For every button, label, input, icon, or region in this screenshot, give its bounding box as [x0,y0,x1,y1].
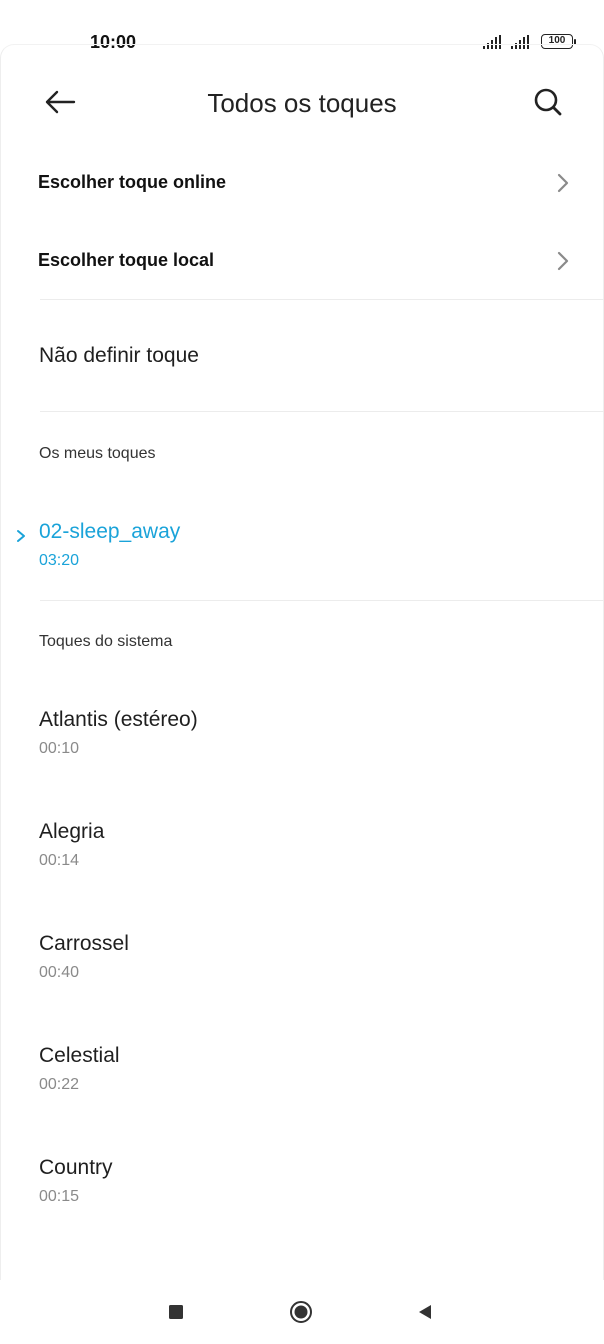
chevron-right-icon [557,251,569,271]
search-button[interactable] [528,84,568,120]
status-bar: 10:00 100 [0,0,604,52]
tone-name: Atlantis (estéreo) [39,708,198,731]
tone-item[interactable]: Country 00:15 [0,1156,604,1246]
tone-name: Alegria [39,820,105,843]
divider [40,600,604,601]
square-icon [169,1305,183,1319]
home-button[interactable] [281,1294,321,1330]
tone-item-selected[interactable]: 02-sleep_away 03:20 [0,520,604,610]
my-tones-header: Os meus toques [39,445,156,462]
no-tone-label: Não definir toque [39,344,199,367]
tone-duration: 00:14 [39,852,80,869]
no-tone-row[interactable]: Não definir toque [0,300,604,410]
choose-online-tone-label: Escolher toque online [38,172,227,192]
search-icon [534,88,562,116]
tone-name: Carrossel [39,932,129,955]
tone-name: 02-sleep_away [39,520,181,543]
nav-back-button[interactable] [405,1294,445,1330]
tone-duration: 00:10 [39,740,80,757]
choose-online-tone-row[interactable]: Escolher toque online [0,148,604,218]
selected-chevron-icon [17,530,25,542]
tone-item[interactable]: Atlantis (estéreo) 00:10 [0,708,604,798]
tone-item[interactable]: Alegria 00:14 [0,820,604,910]
circle-icon [290,1301,312,1323]
tone-duration: 00:40 [39,964,80,981]
triangle-back-icon [419,1305,431,1319]
page-title: Todos os toques [207,88,397,118]
divider [40,411,604,412]
tone-item[interactable]: Carrossel 00:40 [0,932,604,1022]
choose-local-tone-label: Escolher toque local [38,250,215,270]
tone-item[interactable]: Celestial 00:22 [0,1044,604,1134]
system-nav-bar [0,1280,604,1344]
system-tones-header: Toques do sistema [39,633,173,650]
app-bar: Todos os toques [0,70,604,134]
tone-duration: 03:20 [39,552,80,569]
tone-duration: 00:22 [39,1076,80,1093]
chevron-right-icon [557,173,569,193]
tone-name: Celestial [39,1044,120,1067]
choose-local-tone-row[interactable]: Escolher toque local [0,226,604,296]
tone-duration: 00:15 [39,1188,80,1205]
tone-name: Country [39,1156,113,1179]
recents-button[interactable] [156,1294,196,1330]
